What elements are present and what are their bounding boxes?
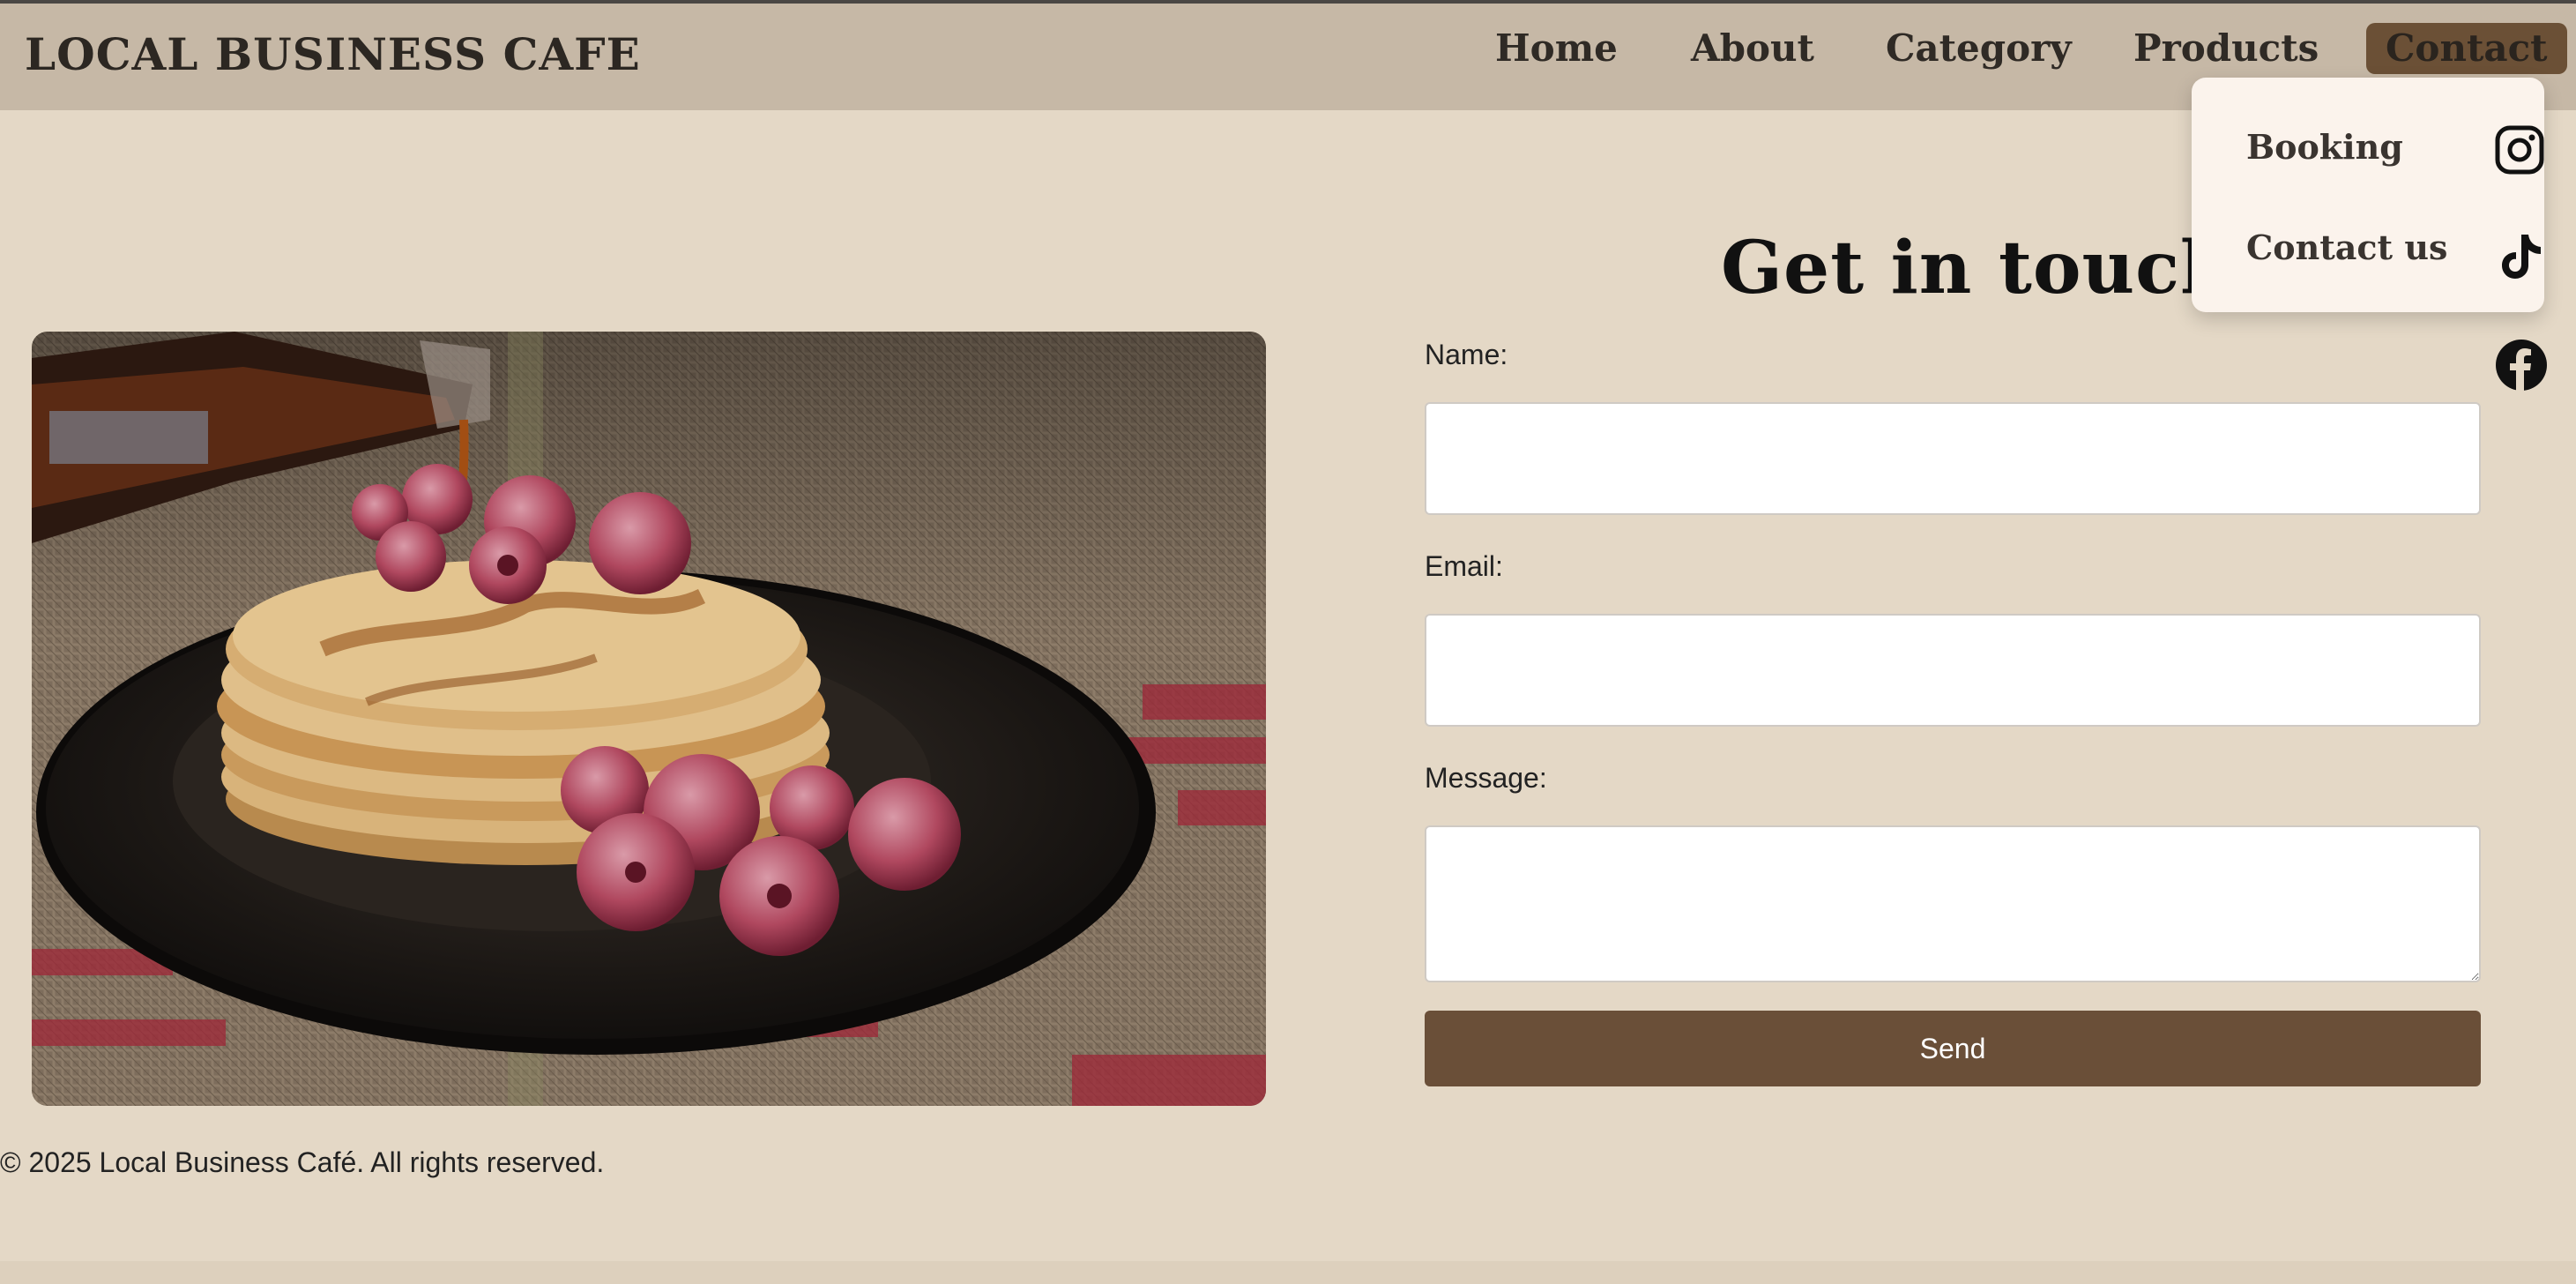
dropdown-item-booking[interactable]: Booking: [2246, 127, 2403, 167]
instagram-icon[interactable]: [2495, 125, 2544, 175]
message-textarea[interactable]: [1425, 825, 2481, 982]
navbar: LOCAL BUSINESS CAFE Home About Category …: [0, 4, 2576, 110]
name-input[interactable]: [1425, 402, 2481, 515]
hero-image-pancakes: [32, 332, 1266, 1106]
dropdown-item-contact-us[interactable]: Contact us: [2246, 228, 2447, 267]
bottom-edge: [0, 1261, 2576, 1284]
footer-copyright: © 2025 Local Business Café. All rights r…: [0, 1146, 605, 1178]
nav-contact[interactable]: Contact: [2366, 23, 2567, 74]
nav-home[interactable]: Home: [1495, 23, 1618, 74]
contact-dropdown: Booking Contact us: [2192, 78, 2544, 312]
email-input[interactable]: [1425, 614, 2481, 727]
facebook-icon[interactable]: [2495, 339, 2547, 392]
tiktok-icon[interactable]: [2495, 231, 2544, 280]
nav-products[interactable]: Products: [2133, 23, 2319, 74]
message-label: Message:: [1425, 762, 1547, 794]
name-label: Name:: [1425, 339, 1508, 370]
nav-about[interactable]: About: [1691, 23, 1814, 74]
nav-category[interactable]: Category: [1886, 23, 2072, 74]
email-label: Email:: [1425, 550, 1503, 582]
site-brand[interactable]: LOCAL BUSINESS CAFE: [25, 28, 641, 80]
page-title: Get in touch: [1721, 226, 2234, 310]
send-button[interactable]: Send: [1425, 1011, 2481, 1086]
